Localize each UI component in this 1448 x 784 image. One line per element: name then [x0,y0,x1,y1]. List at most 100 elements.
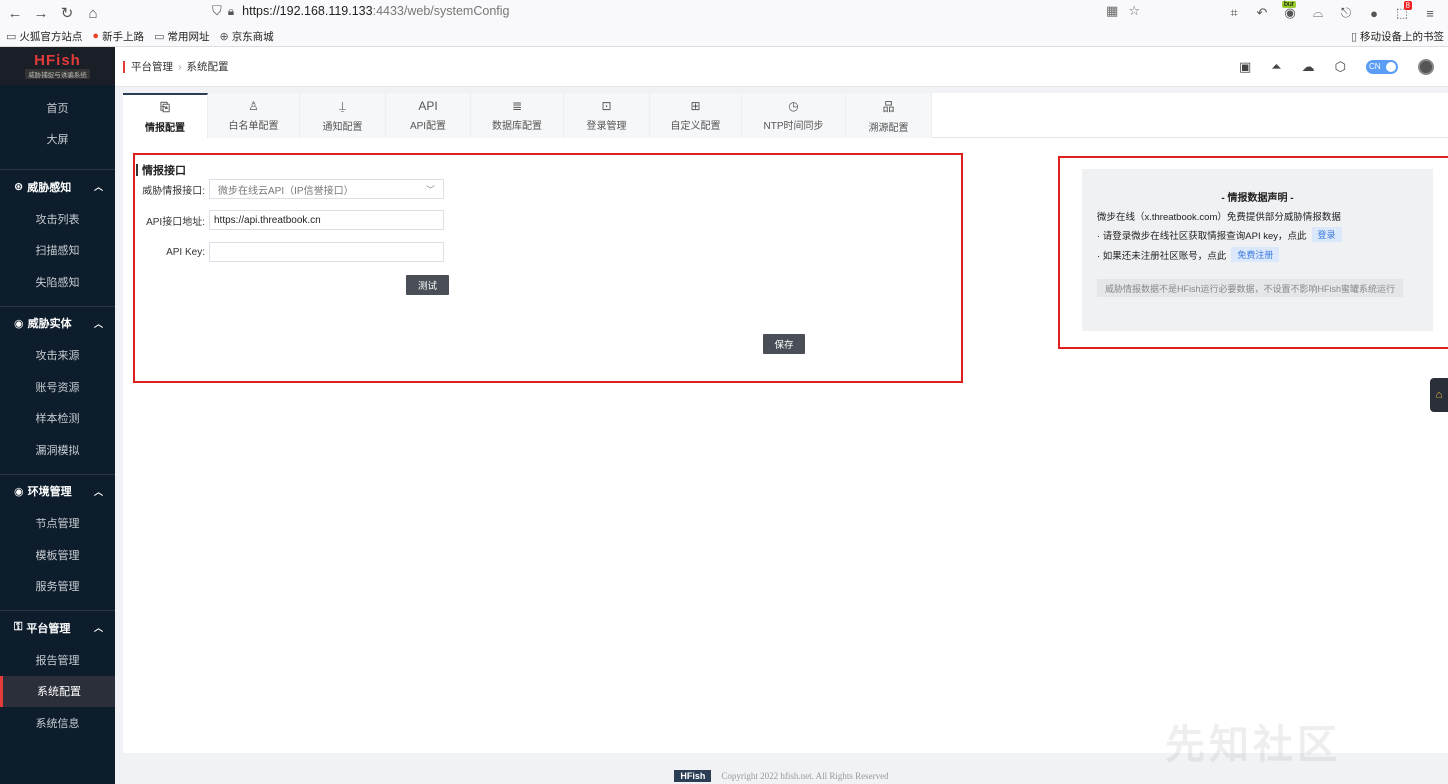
bookmarks-bar: ▭ 火狐官方站点 ● 新手上路 ▭ 常用网址 ⊕ 京东商城 ▯ 移动设备上的书签 [0,26,1448,47]
sidebar-item-system-info[interactable]: 系统信息 [0,707,115,739]
notice-line: · 如果还未注册社区账号，点此 免费注册 [1097,247,1280,262]
sidebar-group-platform[interactable]: ⚿ 平台管理 ︿ [0,610,115,644]
network-icon: 品 [882,99,895,114]
sidebar-group-threat-entity[interactable]: ◉ 威胁实体 ︿ [0,305,115,340]
share-icon[interactable]: ⎋ [1338,5,1354,21]
chevron-down-icon: ﹀ [425,185,435,195]
star-icon[interactable]: ☆ [1128,3,1140,19]
back-arrow-icon[interactable]: ← [4,5,26,22]
tab-database-config[interactable]: ≣ 数据库配置 [471,93,564,138]
login-icon: ⊡ [601,99,612,113]
undo-icon[interactable]: ↶ [1254,5,1270,21]
mobile-bookmarks[interactable]: ▯ 移动设备上的书签 [1351,26,1444,47]
firefox-icon: ● [92,30,100,42]
home-icon[interactable]: ⌂ [82,5,104,22]
sidebar-group-environment[interactable]: ◉ 环境管理 ︿ [0,473,115,508]
hat-icon[interactable]: ⌓ [1310,5,1326,21]
sidebar-item-attack-list[interactable]: 攻击列表 [0,203,115,235]
qr-code-icon[interactable]: ▦ [1106,3,1118,19]
tab-api-config[interactable]: API API配置 [386,93,471,138]
breadcrumb-item: 系统配置 [186,61,229,73]
wechat-icon[interactable]: ☁ [1302,59,1315,75]
folder-icon: ▭ [6,30,17,43]
intel-interface-label: 威胁情报接口: [142,185,205,197]
crop-icon[interactable]: ⌗ [1226,5,1242,21]
chevron-right-icon: › [178,60,182,73]
database-icon: ≣ [511,99,523,113]
book-icon[interactable]: ▣ [1239,59,1251,75]
hexagon-icon[interactable]: ⬡ [1335,59,1346,75]
tab-whitelist-config[interactable]: ♙ 白名单配置 [208,93,300,138]
sidebar-item-compromise-awareness[interactable]: 失陷感知 [0,266,115,298]
intel-interface-row: 威胁情报接口: 微步在线云API（IP信誉接口） ﹀ [123,179,444,199]
url-bar[interactable]: ⛉ 🔒︎ https://192.168.119.133:4433/web/sy… [200,0,1140,22]
bookmark-item[interactable]: ● 新手上路 [92,29,144,44]
api-key-input[interactable] [209,242,444,262]
sidebar-group-threat-awareness[interactable]: ⊛ 威胁感知 ︿ [0,169,115,203]
notice-title: - 情报数据声明 - [1221,193,1294,204]
config-panel: ⎘ 情报配置 ♙ 白名单配置 ⍊ 通知配置 API API配置 ≣ 数据库配置 ⊡ 登录管理… [123,93,1448,753]
notice-line: 微步在线（x.threatbook.com）免费提供部分威胁情报数据 [1097,212,1341,223]
sidebar-item-dashboard[interactable]: 大屏 [0,124,115,156]
footer: HFish Copyright 2022 hfish.net. All Righ… [115,768,1448,784]
bell-icon: ⍊ [338,98,347,113]
notice-tip: 威胁情报数据不是HFish运行必要数据，不设置不影响HFish蜜罐系统运行 [1097,279,1404,297]
shield-icon: ⛉ [212,3,222,18]
sidebar-item-scan-awareness[interactable]: 扫描感知 [0,235,115,267]
sidebar-item-vuln-simulation[interactable]: 漏洞模拟 [0,434,115,466]
sidebar-item-sample-detection[interactable]: 样本检测 [0,403,115,435]
test-button[interactable]: 测试 [406,275,449,295]
sidebar-item-attack-source[interactable]: 攻击来源 [0,340,115,372]
tab-intel-config[interactable]: ⎘ 情报配置 [123,93,208,138]
cookie-icon[interactable]: ● [1366,5,1382,21]
radar-icon: ⊛ [14,181,24,193]
chevron-up-icon: ︿ [93,486,103,497]
sidebar-item-home[interactable]: 首页 [0,92,115,124]
chevron-up-icon: ︿ [93,182,103,192]
register-link[interactable]: 免费注册 [1231,247,1280,262]
sidebar-item-report-management[interactable]: 报告管理 [0,644,115,676]
sidebar-item-account-resource[interactable]: 账号资源 [0,371,115,403]
login-link[interactable]: 登录 [1311,227,1342,242]
tab-ntp-sync[interactable]: ◷ NTP时间同步 [742,93,846,138]
floating-tool-icon[interactable]: ⌂ [1430,378,1448,412]
tab-traceback-config[interactable]: 品溯源配置 [846,93,932,138]
copyright: Copyright 2022 hfish.net. All Rights Res… [721,771,889,781]
breadcrumb-item[interactable]: 平台管理 [131,59,173,74]
bookmark-item[interactable]: ▭ 常用网址 [154,29,209,44]
app-header: 平台管理 › 系统配置 ▣ ⏶ ☁ ⬡ CN [115,47,1448,87]
burp-extension-icon[interactable]: ◉ bur [1282,1,1298,21]
api-url-input[interactable] [209,210,444,230]
bookmark-item[interactable]: ⊕ 京东商城 [219,29,273,44]
tab-login-management[interactable]: ⊡ 登录管理 [564,93,650,138]
sidebar-item-node-management[interactable]: 节点管理 [0,508,115,540]
app-logo[interactable]: HFish 威胁捕捉与诱骗系统 [0,47,115,85]
folder-icon: ▭ [154,30,165,43]
sidebar: HFish 威胁捕捉与诱骗系统 首页 大屏 ⊛ 威胁感知 ︿ 攻击列表 扫描感知 失… [0,47,115,784]
api-icon: API [418,99,438,113]
chevron-up-icon: ︿ [93,318,103,329]
user-icon: ♙ [248,99,259,113]
api-url-label: API接口地址: [146,216,205,228]
extension-icon[interactable]: ⬚ 8 [1394,1,1412,21]
intel-interface-select[interactable]: 微步在线云API（IP信誉接口） ﹀ [209,179,444,199]
shield-icon: ◉ [14,317,24,330]
bookmark-item[interactable]: ▭ 火狐官方站点 [6,29,82,44]
sidebar-item-template-management[interactable]: 模板管理 [0,539,115,571]
chevron-up-icon: ︿ [93,623,103,633]
reload-icon[interactable]: ↻ [56,4,78,22]
rocket-icon[interactable]: ⏶ [1271,59,1281,75]
avatar[interactable] [1418,59,1434,75]
api-url-row: API接口地址: [123,210,444,230]
section-title: 情报接口 [136,162,186,178]
sidebar-item-system-config[interactable]: 系统配置 [0,675,115,707]
sidebar-item-service-management[interactable]: 服务管理 [0,571,115,603]
tab-notify-config[interactable]: ⍊ 通知配置 [300,93,386,138]
menu-icon[interactable]: ≡ [1422,5,1438,21]
tab-custom-config[interactable]: ⊞ 自定义配置 [650,93,742,138]
notice-line: · 请登录微步在线社区获取情报查询API key，点此 登录 [1097,227,1342,242]
save-button[interactable]: 保存 [763,334,805,354]
forward-arrow-icon[interactable]: → [30,5,52,22]
document-icon: ⎘ [160,99,170,114]
language-toggle[interactable]: CN [1366,60,1398,74]
